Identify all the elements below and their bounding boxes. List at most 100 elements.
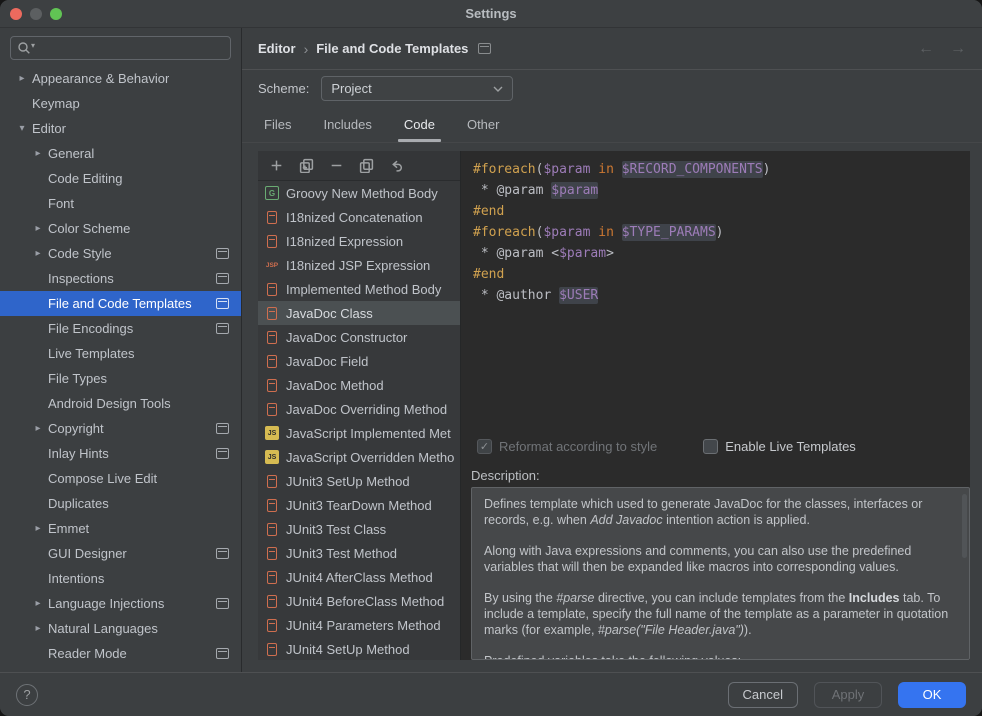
sidebar-item-duplicates[interactable]: Duplicates — [0, 491, 241, 516]
minimize-button[interactable] — [30, 8, 42, 20]
sidebar-item-editor[interactable]: ▾Editor — [0, 116, 241, 141]
description-box[interactable]: Defines template which used to generate … — [471, 487, 970, 660]
sidebar-item-keymap[interactable]: Keymap — [0, 91, 241, 116]
template-item-groovy-new-method-body[interactable]: GGroovy New Method Body — [258, 181, 460, 205]
sidebar-item-reader-mode[interactable]: Reader Mode — [0, 641, 241, 666]
template-list-panel: GGroovy New Method BodyI18nized Concaten… — [258, 151, 461, 660]
scrollbar-thumb[interactable] — [962, 494, 967, 558]
sidebar-item-label: Keymap — [32, 96, 80, 111]
sidebar-item-gui-designer[interactable]: GUI Designer — [0, 541, 241, 566]
template-item-javadoc-overriding-method[interactable]: JavaDoc Overriding Method — [258, 397, 460, 421]
template-editor[interactable]: #foreach($param in $RECORD_COMPONENTS) *… — [461, 151, 970, 429]
template-item-junit4-setup-method[interactable]: JUnit4 SetUp Method — [258, 637, 460, 660]
remove-template-button[interactable] — [327, 157, 345, 175]
chevron-down-icon[interactable]: ▾ — [14, 123, 30, 134]
template-detail-panel: #foreach($param in $RECORD_COMPONENTS) *… — [461, 151, 970, 660]
sidebar-item-file-and-code-templates[interactable]: File and Code Templates — [0, 291, 241, 316]
window-title: Settings — [465, 6, 516, 21]
back-button[interactable]: ← — [918, 40, 934, 58]
reset-to-default-button[interactable] — [387, 157, 405, 175]
sidebar-item-color-scheme[interactable]: ▸Color Scheme — [0, 216, 241, 241]
sidebar-item-code-editing[interactable]: Code Editing — [0, 166, 241, 191]
scheme-select[interactable]: Project — [321, 76, 513, 101]
breadcrumb-editor[interactable]: Editor — [258, 41, 296, 56]
sidebar-item-natural-languages[interactable]: ▸Natural Languages — [0, 616, 241, 641]
apply-button[interactable]: Apply — [814, 682, 882, 708]
template-item-javadoc-constructor[interactable]: JavaDoc Constructor — [258, 325, 460, 349]
template-item-junit4-afterclass-method[interactable]: JUnit4 AfterClass Method — [258, 565, 460, 589]
create-child-template-button[interactable] — [297, 157, 315, 175]
template-item-junit3-test-class[interactable]: JUnit3 Test Class — [258, 517, 460, 541]
template-item-i18nized-jsp-expression[interactable]: JSPI18nized JSP Expression — [258, 253, 460, 277]
reformat-checkbox[interactable]: ✓ Reformat according to style — [477, 439, 657, 454]
enable-live-templates-checkbox[interactable]: Enable Live Templates — [703, 439, 856, 454]
sidebar-item-compose-live-edit[interactable]: Compose Live Edit — [0, 466, 241, 491]
template-item-junit3-setup-method[interactable]: JUnit3 SetUp Method — [258, 469, 460, 493]
sidebar-item-live-templates[interactable]: Live Templates — [0, 341, 241, 366]
history-nav: ← → — [918, 40, 966, 58]
sidebar-item-appearance-behavior[interactable]: ▸Appearance & Behavior — [0, 66, 241, 91]
cancel-button[interactable]: Cancel — [728, 682, 798, 708]
settings-sidebar: ▾ ▸Appearance & Behavior Keymap ▾Editor▸Ge… — [0, 28, 242, 672]
search-icon — [17, 41, 31, 55]
close-button[interactable] — [10, 8, 22, 20]
sidebar-item-general[interactable]: ▸General — [0, 141, 241, 166]
template-item-junit4-beforeclass-method[interactable]: JUnit4 BeforeClass Method — [258, 589, 460, 613]
template-item-javascript-implemented-met[interactable]: JSJavaScript Implemented Met — [258, 421, 460, 445]
template-file-icon — [267, 619, 277, 632]
chevron-right-icon[interactable]: ▸ — [30, 598, 46, 609]
sidebar-item-inspections[interactable]: Inspections — [0, 266, 241, 291]
template-item-junit3-teardown-method[interactable]: JUnit3 TearDown Method — [258, 493, 460, 517]
ide-settings-badge-icon — [216, 598, 229, 609]
tabs: Files Includes Code Other — [242, 107, 982, 143]
template-item-implemented-method-body[interactable]: Implemented Method Body — [258, 277, 460, 301]
chevron-right-icon[interactable]: ▸ — [30, 523, 46, 534]
template-item-i18nized-concatenation[interactable]: I18nized Concatenation — [258, 205, 460, 229]
sidebar-item-label: Inlay Hints — [48, 446, 109, 461]
chevron-right-icon[interactable]: ▸ — [30, 223, 46, 234]
template-item-javadoc-class[interactable]: JavaDoc Class — [258, 301, 460, 325]
search-history-chevron-icon[interactable]: ▾ — [31, 41, 35, 50]
template-item-label: JavaDoc Overriding Method — [286, 402, 447, 417]
sidebar-item-inlay-hints[interactable]: Inlay Hints — [0, 441, 241, 466]
options-row: ✓ Reformat according to style Enable Liv… — [461, 429, 970, 463]
forward-button[interactable]: → — [950, 40, 966, 58]
template-item-i18nized-expression[interactable]: I18nized Expression — [258, 229, 460, 253]
header-row: Editor › File and Code Templates ← → — [242, 28, 982, 70]
breadcrumb-file-and-code-templates[interactable]: File and Code Templates — [316, 41, 468, 56]
tab-other[interactable]: Other — [461, 107, 506, 142]
sidebar-item-font[interactable]: Font — [0, 191, 241, 216]
tab-code[interactable]: Code — [398, 107, 441, 142]
duplicate-template-button[interactable] — [357, 157, 375, 175]
sidebar-item-emmet[interactable]: ▸Emmet — [0, 516, 241, 541]
scheme-row: Scheme: Project — [242, 70, 982, 107]
template-item-junit3-test-method[interactable]: JUnit3 Test Method — [258, 541, 460, 565]
chevron-right-icon[interactable]: ▸ — [30, 248, 46, 259]
sidebar-item-label: Color Scheme — [48, 221, 130, 236]
sidebar-item-code-style[interactable]: ▸Code Style — [0, 241, 241, 266]
sidebar-item-copyright[interactable]: ▸Copyright — [0, 416, 241, 441]
revert-icon — [389, 158, 404, 173]
template-item-javadoc-field[interactable]: JavaDoc Field — [258, 349, 460, 373]
sidebar-item-android-design-tools[interactable]: Android Design Tools — [0, 391, 241, 416]
groovy-file-icon: G — [265, 186, 279, 200]
help-button[interactable]: ? — [16, 684, 38, 706]
chevron-right-icon[interactable]: ▸ — [30, 423, 46, 434]
tab-includes[interactable]: Includes — [317, 107, 377, 142]
chevron-right-icon[interactable]: ▸ — [30, 148, 46, 159]
sidebar-item-file-types[interactable]: File Types — [0, 366, 241, 391]
template-item-javadoc-method[interactable]: JavaDoc Method — [258, 373, 460, 397]
tab-files[interactable]: Files — [258, 107, 297, 142]
sidebar-item-file-encodings[interactable]: File Encodings — [0, 316, 241, 341]
sidebar-item-language-injections[interactable]: ▸Language Injections — [0, 591, 241, 616]
ok-button[interactable]: OK — [898, 682, 966, 708]
chevron-right-icon[interactable]: ▸ — [14, 73, 30, 84]
template-item-junit4-parameters-method[interactable]: JUnit4 Parameters Method — [258, 613, 460, 637]
zoom-button[interactable] — [50, 8, 62, 20]
chevron-right-icon[interactable]: ▸ — [30, 623, 46, 634]
settings-search-input[interactable] — [10, 36, 231, 60]
settings-tree: ▸Appearance & Behavior Keymap ▾Editor▸Gene… — [0, 66, 241, 672]
add-template-button[interactable] — [267, 157, 285, 175]
sidebar-item-intentions[interactable]: Intentions — [0, 566, 241, 591]
template-item-javascript-overridden-metho[interactable]: JSJavaScript Overridden Metho — [258, 445, 460, 469]
